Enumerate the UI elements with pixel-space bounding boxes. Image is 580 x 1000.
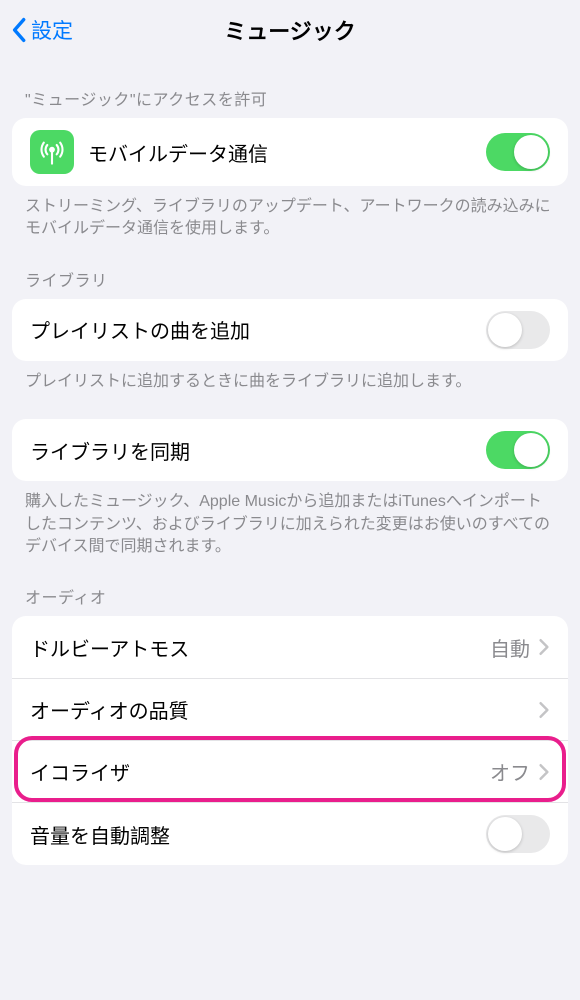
toggle-sync-library[interactable] (486, 431, 550, 469)
group-sync: ライブラリを同期 (12, 419, 568, 481)
chevron-right-icon (538, 763, 550, 781)
cell-label: モバイルデータ通信 (88, 138, 486, 167)
footer-access: ストリーミング、ライブラリのアップデート、アートワークの読み込みにモバイルデータ… (0, 186, 580, 241)
chevron-right-icon (538, 638, 550, 656)
cell-audio-quality[interactable]: オーディオの品質 (12, 678, 568, 740)
cell-add-playlist[interactable]: プレイリストの曲を追加 (12, 299, 568, 361)
cell-label: ドルビーアトモス (30, 633, 490, 662)
cell-label: オーディオの品質 (30, 695, 530, 724)
footer-sync: 購入したミュージック、Apple Musicから追加またはiTunesへインポー… (0, 481, 580, 558)
cell-label: プレイリストの曲を追加 (30, 315, 486, 344)
cell-sync-library[interactable]: ライブラリを同期 (12, 419, 568, 481)
group-audio: ドルビーアトモス 自動 オーディオの品質 イコライザ オフ 音量を自動調整 (12, 616, 568, 865)
section-label-library: ライブラリ (0, 241, 580, 299)
cell-label: イコライザ (30, 757, 490, 786)
chevron-left-icon (10, 17, 27, 43)
page-title: ミュージック (224, 14, 356, 46)
antenna-icon (30, 130, 74, 174)
toggle-add-playlist[interactable] (486, 311, 550, 349)
cell-cellular[interactable]: モバイルデータ通信 (12, 118, 568, 186)
cell-value: 自動 (490, 633, 530, 662)
back-button[interactable]: 設定 (10, 15, 73, 45)
nav-header: 設定 ミュージック (0, 0, 580, 60)
cell-sound-check[interactable]: 音量を自動調整 (12, 802, 568, 865)
cell-dolby-atmos[interactable]: ドルビーアトモス 自動 (12, 616, 568, 678)
group-access: モバイルデータ通信 (12, 118, 568, 186)
toggle-sound-check[interactable] (486, 815, 550, 853)
section-label-audio: オーディオ (0, 558, 580, 616)
cell-value: オフ (490, 757, 530, 786)
section-label-access: "ミュージック"にアクセスを許可 (0, 60, 580, 118)
cell-equalizer[interactable]: イコライザ オフ (12, 740, 568, 802)
cell-label: 音量を自動調整 (30, 820, 486, 849)
chevron-right-icon (538, 701, 550, 719)
cell-label: ライブラリを同期 (30, 436, 486, 465)
toggle-cellular[interactable] (486, 133, 550, 171)
footer-add-playlist: プレイリストに追加するときに曲をライブラリに追加します。 (0, 361, 580, 393)
group-add-playlist: プレイリストの曲を追加 (12, 299, 568, 361)
back-label: 設定 (31, 15, 73, 45)
